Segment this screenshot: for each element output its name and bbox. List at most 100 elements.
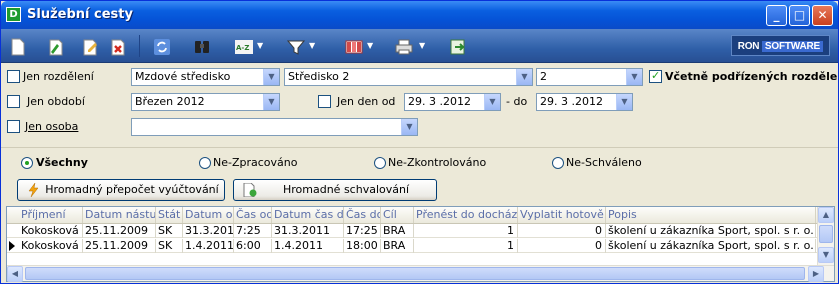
column-header[interactable]: Čas od xyxy=(234,207,272,223)
edit-doc-icon xyxy=(49,39,63,56)
chevron-down-icon: ▼ xyxy=(616,94,632,110)
sort-dropdown-icon: ▼ xyxy=(257,41,264,50)
cell-popis: školení u zákazníka Sport, spol. s r. o. xyxy=(606,239,816,253)
column-header[interactable]: Přenést do docházky xyxy=(414,207,518,223)
jen-rozdeleni-checkbox[interactable] xyxy=(7,70,20,83)
close-button[interactable]: ✕ xyxy=(812,5,833,26)
vcetne-checkbox[interactable] xyxy=(649,69,662,83)
modify-button[interactable] xyxy=(79,35,101,57)
new-button[interactable] xyxy=(7,35,29,57)
edit-button[interactable] xyxy=(45,35,67,57)
column-header[interactable]: Čas do xyxy=(344,207,381,223)
brand-logo: RON SOFTWARE xyxy=(730,35,830,56)
find-button[interactable] xyxy=(191,35,213,57)
app-window: D Služební cesty _ □ ✕ A-Z ▼ ▼ ▼ ▼ RON S… xyxy=(0,0,839,284)
print-icon xyxy=(395,39,413,55)
horizontal-scrollbar[interactable]: ◀ ▶ xyxy=(7,265,834,282)
radio-ne-zkontrolovano-label[interactable]: Ne-Zkontrolováno xyxy=(388,156,486,169)
value-combo[interactable]: 2 ▼ xyxy=(536,68,643,86)
vertical-scrollbar[interactable]: ▲ ▼ xyxy=(817,207,834,265)
obdobi-combo[interactable]: Březen 2012 ▼ xyxy=(131,93,280,111)
radio-ne-zkontrolovano[interactable] xyxy=(374,157,386,169)
lightning-icon xyxy=(28,183,39,197)
title-bar[interactable]: D Služební cesty _ □ ✕ xyxy=(1,1,838,29)
jen-rozdeleni-label: Jen rozdělení xyxy=(23,70,94,83)
jen-den-od-checkbox[interactable] xyxy=(318,95,331,108)
filter-dropdown-icon: ▼ xyxy=(309,41,316,50)
cell-cas-do: 18:00 xyxy=(344,239,381,253)
cesty-grid[interactable]: Příjmení Datum nástupu Stát Datum od Čas… xyxy=(6,206,835,282)
print-button[interactable]: ▼ xyxy=(395,35,429,57)
hromadny-prepocet-button[interactable]: Hromadný přepočet vyúčtování xyxy=(17,179,225,201)
radio-vsechny[interactable] xyxy=(21,157,33,169)
jen-osoba-checkbox[interactable] xyxy=(7,120,20,133)
filter-button[interactable]: ▼ xyxy=(287,35,317,57)
toolbar-separator xyxy=(139,35,140,57)
cell-datum-nastupu: 25.11.2009 xyxy=(83,224,156,238)
delete-icon xyxy=(111,39,125,56)
refresh-button[interactable] xyxy=(151,35,173,57)
columns-button[interactable]: ▼ xyxy=(345,35,375,57)
cell-prijmeni: Kokosková xyxy=(19,239,83,253)
row-pointer-icon xyxy=(9,241,15,251)
refresh-icon xyxy=(154,39,170,55)
column-header[interactable]: Vyplatit hotově xyxy=(518,207,606,223)
maximize-button[interactable]: □ xyxy=(789,5,810,26)
grid-header: Příjmení Datum nástupu Stát Datum od Čas… xyxy=(7,207,818,224)
table-row[interactable]: Kokosková 25.11.2009 SK 31.3.2011 7:25 3… xyxy=(7,224,818,238)
table-row[interactable]: Kokosková 25.11.2009 SK 1.4.2011 6:00 1.… xyxy=(7,239,818,253)
column-header[interactable]: Popis xyxy=(606,207,816,223)
binoculars-icon xyxy=(195,41,209,53)
cell-prenest: 1 xyxy=(414,239,518,253)
scroll-down-icon[interactable]: ▼ xyxy=(818,247,834,263)
jen-osoba-label[interactable]: Jen osoba xyxy=(25,120,78,133)
do-label: - do xyxy=(506,95,528,108)
app-icon: D xyxy=(6,7,21,22)
status-radio-group: Všechny Ne-Zpracováno Ne-Zkontrolováno N… xyxy=(1,147,838,175)
export-icon xyxy=(450,39,465,55)
stredisko-combo[interactable]: Středisko 2 ▼ xyxy=(284,68,533,86)
column-header[interactable]: Příjmení xyxy=(19,207,83,223)
column-header[interactable]: Cíl xyxy=(381,207,414,223)
den-od-date-picker[interactable]: 29. 3 .2012 ▼ xyxy=(404,93,501,111)
svg-text:A-Z: A-Z xyxy=(236,44,249,52)
cell-cas-od: 6:00 xyxy=(234,239,272,253)
scroll-up-icon[interactable]: ▲ xyxy=(818,207,834,223)
jen-obdobi-checkbox[interactable] xyxy=(7,95,20,108)
sort-button[interactable]: A-Z ▼ xyxy=(235,35,265,57)
toolbar: A-Z ▼ ▼ ▼ ▼ RON SOFTWARE xyxy=(1,29,838,63)
hromadne-schvalovani-button[interactable]: Hromadné schvalování xyxy=(233,179,437,201)
delete-button[interactable] xyxy=(107,35,129,57)
cell-prijmeni: Kokosková xyxy=(19,224,83,238)
column-header[interactable]: Datum nástupu xyxy=(83,207,156,223)
chevron-down-icon: ▼ xyxy=(626,69,642,85)
scroll-left-icon[interactable]: ◀ xyxy=(7,266,23,282)
chevron-down-icon: ▼ xyxy=(484,94,500,110)
export-button[interactable] xyxy=(447,35,469,57)
vcetne-label: Včetně podřízených rozdělení xyxy=(665,70,839,83)
radio-ne-schvaleno[interactable] xyxy=(552,157,564,169)
osoba-combo[interactable]: ▼ xyxy=(131,118,418,136)
scroll-right-icon[interactable]: ▶ xyxy=(808,266,824,282)
chevron-down-icon: ▼ xyxy=(401,119,417,135)
rozdeleni-combo[interactable]: Mzdové středisko ▼ xyxy=(131,68,280,86)
scroll-thumb[interactable] xyxy=(25,267,805,280)
columns-icon xyxy=(345,40,363,54)
radio-ne-zpracovano-label[interactable]: Ne-Zpracováno xyxy=(213,156,297,169)
cell-stat: SK xyxy=(156,239,183,253)
column-header[interactable]: Datum od xyxy=(183,207,234,223)
window-title: Služební cesty xyxy=(27,7,133,22)
scroll-thumb[interactable] xyxy=(819,225,833,243)
action-bar: Hromadný přepočet vyúčtování Hromadné sc… xyxy=(1,176,838,206)
cell-vyplatit: 0 xyxy=(518,239,606,253)
radio-vsechny-label[interactable]: Všechny xyxy=(36,156,88,169)
den-do-date-picker[interactable]: 29. 3 .2012 ▼ xyxy=(536,93,633,111)
radio-ne-schvaleno-label[interactable]: Ne-Schváleno xyxy=(566,156,642,169)
radio-ne-zpracovano[interactable] xyxy=(199,157,211,169)
cell-cas-do: 17:25 xyxy=(344,224,381,238)
column-header[interactable]: Stát xyxy=(156,207,183,223)
minimize-button[interactable]: _ xyxy=(766,5,787,26)
column-header[interactable]: Datum čas do xyxy=(272,207,344,223)
cell-datum-od: 31.3.2011 xyxy=(185,224,234,238)
cell-vyplatit: 0 xyxy=(518,224,606,238)
